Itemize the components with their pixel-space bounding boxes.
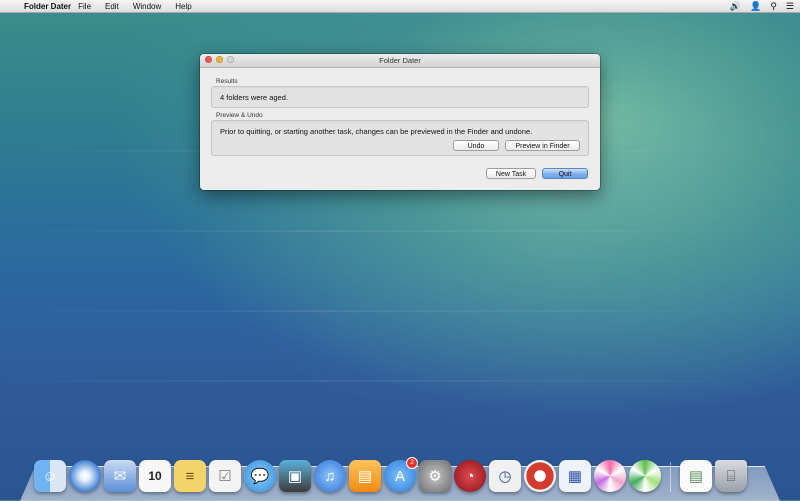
- candy-swirl-icon[interactable]: [594, 460, 626, 492]
- trash-icon[interactable]: ⌸: [715, 460, 747, 492]
- user-icon[interactable]: 👤: [750, 1, 761, 12]
- undo-button[interactable]: Undo: [453, 140, 499, 151]
- wallpaper-streak: [0, 230, 800, 232]
- system-preferences-icon[interactable]: ⚙: [419, 460, 451, 492]
- date-app-icon[interactable]: ▦: [559, 460, 591, 492]
- new-task-button[interactable]: New Task: [486, 168, 536, 179]
- itunes-icon[interactable]: ♫: [314, 460, 346, 492]
- wallpaper-streak: [0, 380, 800, 382]
- preview-undo-box: Prior to quitting, or starting another t…: [211, 120, 589, 156]
- candy-swirl-green-icon[interactable]: [629, 460, 661, 492]
- notes-icon[interactable]: ≡: [174, 460, 206, 492]
- mail-icon[interactable]: ✉: [104, 460, 136, 492]
- photo-booth-icon[interactable]: ▣: [279, 460, 311, 492]
- window-title: Folder Dater: [379, 56, 421, 65]
- messages-icon[interactable]: 💬: [244, 460, 276, 492]
- dock-separator: [670, 462, 671, 492]
- finder-icon[interactable]: ☺: [34, 460, 66, 492]
- minimize-window-icon[interactable]: [216, 56, 223, 63]
- volume-icon[interactable]: 🔊: [730, 1, 741, 12]
- calendar-icon[interactable]: 10: [139, 460, 171, 492]
- zoom-window-icon[interactable]: [227, 56, 234, 63]
- dock: ☺ ✦ ✉ 10 ≡ ☑ 💬 ▣ ♫ ▤ A2 ⚙ ◔ ◷ ▦ ▤ ⌸: [34, 456, 747, 492]
- app-store-icon[interactable]: A2: [384, 457, 418, 492]
- notification-center-icon[interactable]: ☰: [786, 1, 794, 12]
- ibooks-icon[interactable]: ▤: [349, 460, 381, 492]
- clock-app-icon[interactable]: ◷: [489, 460, 521, 492]
- lifesaver-app-icon[interactable]: [524, 460, 556, 492]
- menu-bar: Folder Dater File Edit Window Help 🔊 👤 ⚲…: [0, 0, 800, 13]
- safari-icon[interactable]: ✦: [69, 460, 101, 492]
- menu-help[interactable]: Help: [168, 2, 198, 11]
- menu-file[interactable]: File: [71, 2, 98, 11]
- window-titlebar[interactable]: Folder Dater: [200, 54, 600, 68]
- folder-dater-window: Folder Dater Results 4 folders were aged…: [200, 54, 600, 190]
- menu-window[interactable]: Window: [126, 2, 168, 11]
- preview-in-finder-button[interactable]: Preview in Finder: [505, 140, 580, 151]
- menu-edit[interactable]: Edit: [98, 2, 126, 11]
- results-label: Results: [216, 78, 238, 85]
- results-text: 4 folders were aged.: [220, 93, 288, 102]
- app-store-badge: 2: [406, 457, 418, 469]
- preview-undo-label: Preview & Undo: [216, 112, 263, 119]
- app-red-icon[interactable]: ◔: [454, 460, 486, 492]
- close-window-icon[interactable]: [205, 56, 212, 63]
- wallpaper-streak: [0, 310, 800, 312]
- preview-undo-text: Prior to quitting, or starting another t…: [220, 127, 533, 136]
- document-icon[interactable]: ▤: [680, 460, 712, 492]
- spotlight-icon[interactable]: ⚲: [770, 1, 777, 12]
- menu-app-name[interactable]: Folder Dater: [20, 2, 71, 11]
- quit-button[interactable]: Quit: [542, 168, 588, 179]
- results-box: 4 folders were aged.: [211, 86, 589, 108]
- reminders-icon[interactable]: ☑: [209, 460, 241, 492]
